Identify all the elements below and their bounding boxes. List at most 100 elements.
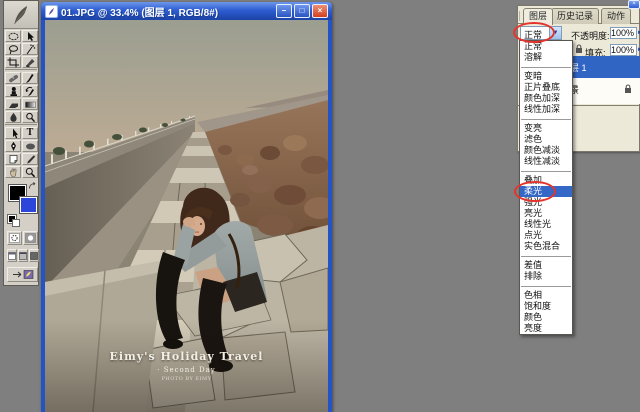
hand-tool[interactable] <box>5 166 21 178</box>
magic-wand-icon <box>24 44 37 55</box>
document-titlebar[interactable]: 01.JPG @ 33.4% (图层 1, RGB/8#) – □ × <box>41 2 332 20</box>
shape-tool[interactable] <box>22 140 38 152</box>
fullscreen-menubar-mode-button[interactable] <box>18 249 28 262</box>
menu-item-hard-mix[interactable]: 实色混合 <box>520 241 572 252</box>
menu-separator <box>520 115 572 123</box>
pen-icon <box>7 141 20 152</box>
hand-icon <box>7 167 20 178</box>
crop-icon <box>7 57 20 68</box>
gradient-tool[interactable] <box>22 98 38 110</box>
opacity-value[interactable]: 100% <box>610 27 637 39</box>
type-tool[interactable]: T <box>22 127 38 139</box>
document-window: 01.JPG @ 33.4% (图层 1, RGB/8#) – □ × <box>41 2 332 412</box>
menu-item-saturation[interactable]: 饱和度 <box>520 301 572 312</box>
menu-item-linear-burn[interactable]: 线性加深 <box>520 104 572 115</box>
lasso-icon <box>7 44 20 55</box>
palette-close-button[interactable]: × <box>628 0 640 9</box>
minimize-button[interactable]: – <box>276 4 292 18</box>
menu-item-luminosity[interactable]: 亮度 <box>520 323 572 334</box>
fullscreen-mode-button[interactable] <box>29 249 39 262</box>
move-tool[interactable] <box>22 30 38 42</box>
document-title: 01.JPG @ 33.4% (图层 1, RGB/8#) <box>61 4 276 19</box>
path-selection-tool[interactable] <box>5 127 21 139</box>
menu-item-linear-dodge[interactable]: 线性减淡 <box>520 156 572 167</box>
menu-item-normal[interactable]: 正常 <box>520 41 572 52</box>
zoom-tool[interactable] <box>22 166 38 178</box>
background-color-swatch[interactable] <box>20 197 37 213</box>
menu-item-color-burn[interactable]: 颜色加深 <box>520 93 572 104</box>
document-file-icon <box>45 5 58 18</box>
fullscreen-menubar-icon <box>19 252 27 260</box>
menu-separator <box>520 167 572 175</box>
menu-item-pin-light[interactable]: 点光 <box>520 230 572 241</box>
blur-tool[interactable] <box>5 111 21 123</box>
dodge-tool[interactable] <box>22 111 38 123</box>
menu-item-linear-light[interactable]: 线性光 <box>520 219 572 230</box>
pen-tool[interactable] <box>5 140 21 152</box>
menu-separator <box>520 63 572 71</box>
slice-icon <box>24 57 37 68</box>
menu-separator <box>520 282 572 290</box>
menu-separator <box>520 252 572 260</box>
lasso-tool[interactable] <box>5 43 21 55</box>
adobe-feather-logo[interactable] <box>4 1 38 29</box>
slice-tool[interactable] <box>22 56 38 68</box>
standard-screen-mode-button[interactable] <box>7 249 17 262</box>
lock-icon[interactable] <box>575 44 583 54</box>
menu-item-multiply[interactable]: 正片叠底 <box>520 82 572 93</box>
clone-stamp-tool[interactable] <box>5 85 21 97</box>
brush-icon <box>24 73 37 84</box>
chevron-down-icon[interactable]: ▼ <box>549 27 561 39</box>
history-brush-icon <box>24 86 37 97</box>
menu-item-color[interactable]: 颜色 <box>520 312 572 323</box>
menu-item-soft-light[interactable]: 柔光 <box>520 186 572 197</box>
notes-icon <box>7 154 20 165</box>
maximize-button[interactable]: □ <box>294 4 310 18</box>
history-brush-tool[interactable] <box>22 85 38 97</box>
dodge-icon <box>24 112 37 123</box>
healing-brush-icon <box>7 73 20 84</box>
brush-tool[interactable] <box>22 72 38 84</box>
menu-item-difference[interactable]: 差值 <box>520 260 572 271</box>
swap-colors-icon[interactable] <box>28 182 38 191</box>
magic-wand-tool[interactable] <box>22 43 38 55</box>
quick-mask-mode-button[interactable] <box>23 231 38 245</box>
eraser-tool[interactable] <box>5 98 21 110</box>
healing-brush-tool[interactable] <box>5 72 21 84</box>
crop-tool[interactable] <box>5 56 21 68</box>
tab-history[interactable]: 历史记录 <box>551 8 599 24</box>
standard-mode-button[interactable] <box>7 231 22 245</box>
blend-mode-combobox[interactable]: 正常 ▼ <box>520 26 562 40</box>
menu-item-color-dodge[interactable]: 颜色减淡 <box>520 145 572 156</box>
jump-to-imageready-button[interactable] <box>7 267 38 282</box>
opacity-label: 不透明度: <box>571 29 610 42</box>
menu-item-overlay[interactable]: 叠加 <box>520 175 572 186</box>
path-selection-icon <box>7 128 20 139</box>
blur-icon <box>7 112 20 123</box>
menu-item-vivid-light[interactable]: 亮光 <box>520 208 572 219</box>
type-icon: T <box>27 128 34 138</box>
menu-item-dissolve[interactable]: 溶解 <box>520 52 572 63</box>
layer-lock-icon <box>624 84 632 94</box>
eyedropper-tool[interactable] <box>22 153 38 165</box>
eraser-icon <box>7 99 20 110</box>
menu-item-exclusion[interactable]: 排除 <box>520 271 572 282</box>
fullscreen-icon <box>30 252 38 260</box>
quick-mask-icon <box>25 233 36 243</box>
fill-value[interactable]: 100% <box>610 44 637 56</box>
default-colors-icon-bg <box>12 219 20 227</box>
close-button[interactable]: × <box>312 4 328 18</box>
photo-canvas[interactable]: Eimy's Holiday Travel · Second Day PHOTO… <box>45 20 328 412</box>
menu-item-darken[interactable]: 变暗 <box>520 71 572 82</box>
tab-layers[interactable]: 图层 <box>523 8 553 25</box>
menu-item-hard-light[interactable]: 强光 <box>520 197 572 208</box>
menu-item-hue[interactable]: 色相 <box>520 290 572 301</box>
elliptical-marquee-icon <box>7 31 20 42</box>
menu-item-lighten[interactable]: 变亮 <box>520 123 572 134</box>
clone-stamp-icon <box>7 86 20 97</box>
menu-item-screen[interactable]: 滤色 <box>520 134 572 145</box>
photo-illustration <box>45 20 328 412</box>
notes-tool[interactable] <box>5 153 21 165</box>
elliptical-marquee-tool[interactable] <box>5 30 21 42</box>
tab-actions[interactable]: 动作 <box>601 8 631 24</box>
